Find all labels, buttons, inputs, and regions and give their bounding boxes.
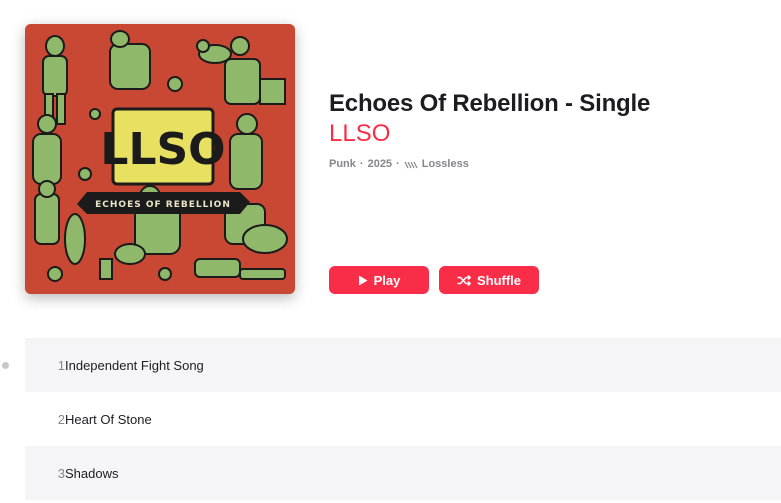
shuffle-button-label: Shuffle (476, 272, 522, 288)
play-button[interactable]: Play (329, 266, 429, 294)
play-icon (358, 275, 368, 286)
lossless-label: Lossless (421, 158, 469, 170)
artist-link[interactable]: LLSO (329, 120, 390, 148)
genre-label: Punk (329, 158, 356, 170)
track-list: 1 Independent Fight Song 2 Heart Of Ston… (25, 338, 781, 500)
table-row[interactable]: 3 Shadows (25, 446, 781, 500)
track-number: 1 (57, 357, 65, 373)
track-title: Shadows (65, 465, 119, 481)
artwork-banner-text: ECHOES OF REBELLION (95, 200, 231, 210)
album-title: Echoes Of Rebellion - Single (329, 90, 651, 117)
shuffle-button[interactable]: Shuffle (439, 266, 539, 294)
album-page: LLSO ECHOES OF REBELLION Echoes Of Rebel… (0, 0, 781, 503)
play-button-label: Play (373, 272, 401, 288)
now-playing-indicator (2, 362, 9, 369)
artwork-logo-text: LLSO (100, 124, 225, 175)
year-label: 2025 (367, 158, 393, 170)
album-artwork[interactable]: LLSO ECHOES OF REBELLION (25, 24, 295, 294)
track-number: 3 (57, 465, 65, 481)
table-row[interactable]: 1 Independent Fight Song (25, 338, 781, 392)
table-row[interactable]: 2 Heart Of Stone (25, 392, 781, 446)
meta-separator: · (396, 158, 400, 170)
track-title: Independent Fight Song (65, 357, 204, 373)
lossless-icon (404, 159, 418, 169)
meta-separator: · (359, 158, 364, 170)
album-meta: Punk · 2025 · Lossless (329, 158, 469, 170)
shuffle-icon (457, 274, 471, 286)
track-number: 2 (57, 411, 65, 427)
track-title: Heart Of Stone (65, 411, 152, 427)
